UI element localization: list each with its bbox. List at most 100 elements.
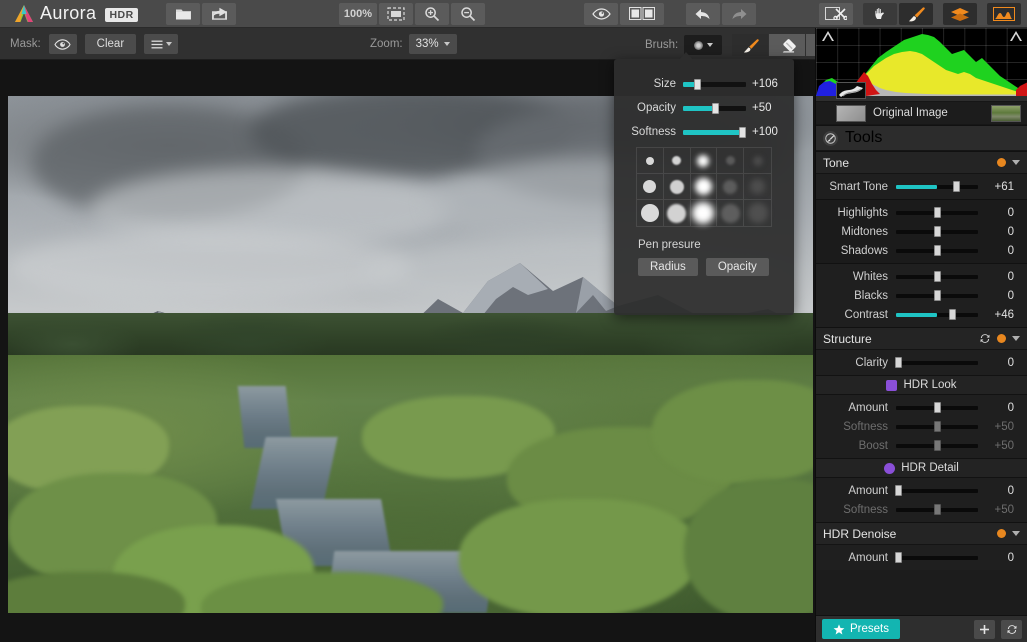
slider-track[interactable] bbox=[896, 504, 978, 515]
slider-value: +46 bbox=[994, 308, 1014, 321]
brush-preset[interactable] bbox=[690, 148, 718, 174]
layers-button[interactable] bbox=[943, 2, 977, 25]
brush-preset[interactable] bbox=[663, 148, 691, 174]
brush-size-track[interactable] bbox=[683, 78, 746, 90]
hand-tool-button[interactable] bbox=[863, 2, 897, 25]
reset-section-icon[interactable] bbox=[979, 333, 991, 344]
slider-hdr-detail-softness[interactable]: Softness +50 bbox=[816, 500, 1027, 519]
main-toolbar: Aurora HDR 100% bbox=[0, 0, 1027, 28]
chevron-down-icon[interactable] bbox=[1012, 336, 1020, 341]
open-button[interactable] bbox=[166, 2, 200, 25]
slider-midtones[interactable]: Midtones 0 bbox=[816, 222, 1027, 241]
slider-track[interactable] bbox=[896, 207, 978, 218]
slider-highlights[interactable]: Highlights 0 bbox=[816, 203, 1027, 222]
slider-hdr-denoise-amount[interactable]: Amount 0 bbox=[816, 548, 1027, 567]
slider-track[interactable] bbox=[896, 440, 978, 451]
brush-preset[interactable] bbox=[744, 174, 771, 200]
brush-slider-row[interactable]: Size +106 bbox=[614, 75, 784, 93]
section-enabled-dot[interactable] bbox=[997, 334, 1006, 343]
brush-softness-track[interactable] bbox=[683, 126, 747, 138]
histogram-button[interactable] bbox=[987, 2, 1021, 25]
brush-preset[interactable] bbox=[744, 148, 771, 174]
slider-label: Smart Tone bbox=[829, 180, 888, 193]
presets-button[interactable]: Presets bbox=[822, 619, 900, 639]
chevron-down-icon[interactable] bbox=[1012, 160, 1020, 165]
zoom-select[interactable]: 33% bbox=[408, 34, 457, 54]
slider-track[interactable] bbox=[896, 309, 978, 320]
brush-preset[interactable] bbox=[717, 148, 745, 174]
section-header-structure[interactable]: Structure bbox=[816, 327, 1027, 350]
file-actions-group bbox=[165, 2, 237, 25]
brush-preset[interactable] bbox=[663, 174, 691, 200]
brush-opacity-track[interactable] bbox=[683, 102, 746, 114]
chevron-down-icon[interactable] bbox=[1012, 531, 1020, 536]
eraser-button[interactable] bbox=[769, 34, 806, 56]
zoom-100-button[interactable]: 100% bbox=[339, 2, 377, 25]
zoom-in-button[interactable] bbox=[415, 2, 449, 25]
fit-to-screen-button[interactable] bbox=[379, 2, 413, 25]
slider-contrast[interactable]: Contrast +46 bbox=[816, 305, 1027, 324]
layer-visibility-toggle[interactable] bbox=[822, 110, 829, 117]
slider-track[interactable] bbox=[896, 226, 978, 237]
shadow-clip-triangle-icon[interactable] bbox=[822, 31, 834, 41]
redo-button[interactable] bbox=[722, 2, 756, 25]
add-preset-button[interactable] bbox=[974, 619, 995, 639]
slider-label: Clarity bbox=[855, 356, 888, 369]
section-header-hdr-denoise[interactable]: HDR Denoise bbox=[816, 522, 1027, 545]
paint-brush-button[interactable] bbox=[732, 34, 769, 56]
section-header-tone[interactable]: Tone bbox=[816, 151, 1027, 174]
mask-menu-button[interactable] bbox=[144, 34, 179, 54]
slider-hdr-look-softness[interactable]: Softness +50 bbox=[816, 417, 1027, 436]
brush-preset[interactable] bbox=[717, 174, 745, 200]
history-group bbox=[685, 2, 757, 25]
subsection-header-hdr-look[interactable]: HDR Look bbox=[816, 375, 1027, 395]
slider-value: 0 bbox=[1007, 356, 1014, 369]
split-view-button[interactable] bbox=[620, 2, 664, 25]
slider-track[interactable] bbox=[896, 421, 978, 432]
structure-clarity-group: Clarity 0 bbox=[816, 350, 1027, 375]
compare-eye-button[interactable] bbox=[584, 2, 618, 25]
brush-preset[interactable] bbox=[717, 200, 745, 226]
brush-preset[interactable] bbox=[637, 200, 664, 226]
brush-preset[interactable] bbox=[664, 200, 691, 226]
slider-track[interactable] bbox=[896, 181, 978, 192]
layer-row-original-image[interactable]: Original Image bbox=[816, 102, 1027, 125]
section-enabled-dot[interactable] bbox=[997, 158, 1006, 167]
brush-preset[interactable] bbox=[637, 148, 664, 174]
zoom-controls: Zoom: 33% bbox=[370, 34, 457, 54]
slider-smart-tone[interactable]: Smart Tone +61 bbox=[816, 177, 1027, 196]
brush-slider-row[interactable]: Opacity +50 bbox=[614, 99, 784, 117]
slider-track[interactable] bbox=[895, 485, 978, 496]
subsection-header-hdr-detail[interactable]: HDR Detail bbox=[816, 458, 1027, 478]
brush-preset[interactable] bbox=[744, 200, 771, 226]
undo-button[interactable] bbox=[686, 2, 720, 25]
mask-visibility-button[interactable] bbox=[48, 34, 77, 54]
brush-preset[interactable] bbox=[690, 174, 718, 200]
brush-tool-button[interactable] bbox=[899, 2, 933, 25]
slider-hdr-look-boost[interactable]: Boost +50 bbox=[816, 436, 1027, 455]
pen-radius-button[interactable]: Radius bbox=[638, 258, 698, 276]
slider-track[interactable] bbox=[896, 271, 978, 282]
slider-track[interactable] bbox=[895, 357, 978, 368]
slider-track[interactable] bbox=[896, 245, 978, 256]
slider-shadows[interactable]: Shadows 0 bbox=[816, 241, 1027, 260]
export-button[interactable] bbox=[202, 2, 236, 25]
slider-blacks[interactable]: Blacks 0 bbox=[816, 286, 1027, 305]
slider-hdr-look-amount[interactable]: Amount 0 bbox=[816, 398, 1027, 417]
slider-clarity[interactable]: Clarity 0 bbox=[816, 353, 1027, 372]
section-enabled-dot[interactable] bbox=[997, 529, 1006, 538]
clear-mask-button[interactable]: Clear bbox=[84, 34, 137, 54]
highlight-clip-triangle-icon[interactable] bbox=[1010, 31, 1022, 41]
brush-slider-row[interactable]: Softness +100 bbox=[614, 123, 784, 141]
slider-track[interactable] bbox=[895, 552, 978, 563]
slider-whites[interactable]: Whites 0 bbox=[816, 267, 1027, 286]
crop-button[interactable] bbox=[819, 2, 853, 25]
slider-hdr-detail-amount[interactable]: Amount 0 bbox=[816, 481, 1027, 500]
sync-preset-button[interactable] bbox=[1001, 619, 1022, 639]
zoom-out-button[interactable] bbox=[451, 2, 485, 25]
brush-preset[interactable] bbox=[691, 200, 718, 226]
slider-track[interactable] bbox=[896, 402, 978, 413]
brush-preset[interactable] bbox=[637, 174, 664, 200]
pen-opacity-button[interactable]: Opacity bbox=[705, 258, 769, 276]
slider-track[interactable] bbox=[896, 290, 978, 301]
